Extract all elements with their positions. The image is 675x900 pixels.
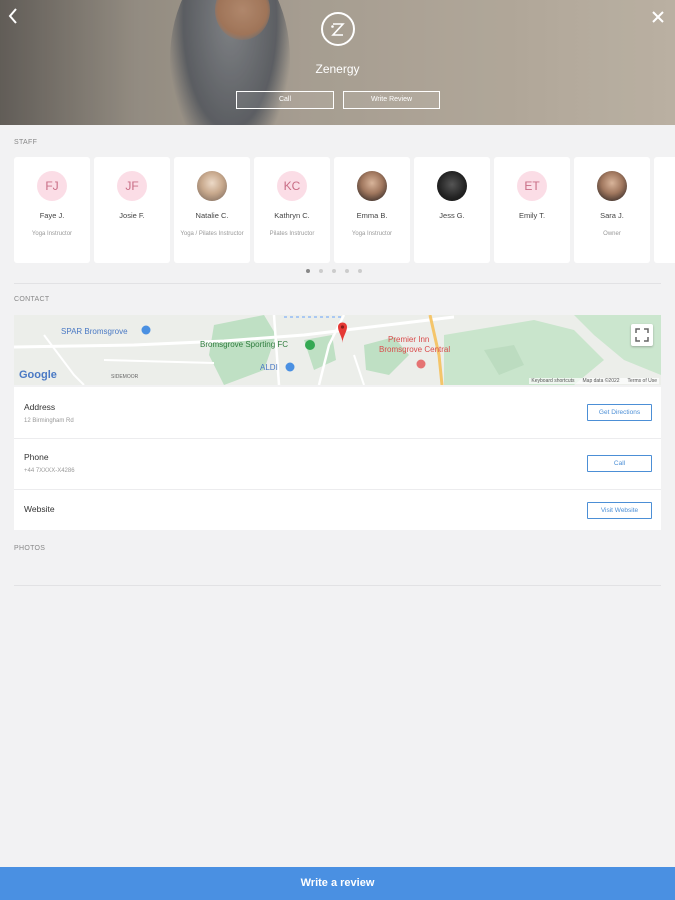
staff-role: Yoga Instructor bbox=[351, 231, 393, 237]
staff-name: Emma B. bbox=[356, 211, 388, 220]
staff-card[interactable]: ET Emily T. bbox=[494, 157, 570, 263]
brand-logo bbox=[321, 12, 355, 46]
phone-label: Phone bbox=[24, 452, 49, 462]
map-attribution: Keyboard shortcuts Map data ©2022 Terms of… bbox=[529, 378, 659, 384]
staff-section-label: STAFF bbox=[14, 139, 38, 146]
map-label: Bromsgrove Sporting FC bbox=[200, 340, 289, 349]
staff-card[interactable]: JF Josie F. bbox=[94, 157, 170, 263]
address-row: Address 12 Birmingham Rd Get Directions bbox=[14, 387, 661, 438]
staff-card[interactable]: Emma B. Yoga Instructor bbox=[334, 157, 410, 263]
pagination-dot[interactable] bbox=[345, 269, 349, 273]
staff-card[interactable]: KC Kathryn C. Pilates Instructor bbox=[254, 157, 330, 263]
phone-value: +44 7XXXX-X4286 bbox=[24, 468, 75, 474]
section-divider bbox=[14, 283, 661, 284]
write-a-review-button[interactable]: Write a review bbox=[0, 867, 675, 900]
terms-of-use-link[interactable]: Terms of Use bbox=[628, 378, 657, 384]
staff-card[interactable]: FJ Faye J. Yoga Instructor bbox=[14, 157, 90, 263]
section-divider bbox=[14, 585, 661, 586]
back-chevron-icon[interactable] bbox=[6, 6, 24, 28]
staff-card[interactable]: Jess G. bbox=[414, 157, 490, 263]
visit-website-button[interactable]: Visit Website bbox=[587, 502, 652, 519]
brand-name: Zenergy bbox=[315, 62, 360, 76]
hero-write-review-button[interactable]: Write Review bbox=[343, 91, 440, 109]
pagination-dot[interactable] bbox=[358, 269, 362, 273]
map-label: Premier Inn bbox=[388, 335, 430, 344]
map-data-text: Map data ©2022 bbox=[582, 378, 620, 384]
website-row: Website Visit Website bbox=[14, 490, 661, 530]
staff-name: Sara J. bbox=[600, 211, 624, 220]
avatar: ET bbox=[517, 171, 547, 201]
staff-carousel[interactable]: FJ Faye J. Yoga Instructor JF Josie F. N… bbox=[14, 157, 675, 263]
staff-name: Josie F. bbox=[119, 211, 145, 220]
avatar-photo bbox=[597, 171, 627, 201]
location-map[interactable]: SPAR Bromsgrove Bromsgrove Sporting FC A… bbox=[14, 315, 661, 385]
avatar: FJ bbox=[37, 171, 67, 201]
hero-call-button[interactable]: Call bbox=[236, 91, 334, 109]
staff-name: Emily T. bbox=[518, 211, 546, 220]
contact-card: Address 12 Birmingham Rd Get Directions … bbox=[14, 387, 661, 530]
avatar-photo bbox=[437, 171, 467, 201]
website-label: Website bbox=[24, 504, 55, 514]
map-label: SPAR Bromsgrove bbox=[61, 327, 128, 336]
staff-card-partial[interactable] bbox=[654, 157, 675, 263]
staff-name: Kathryn C. bbox=[274, 211, 310, 220]
carousel-pagination[interactable] bbox=[306, 269, 371, 275]
staff-name: Natalie C. bbox=[195, 211, 229, 220]
map-label: Bromsgrove Central bbox=[379, 345, 451, 354]
pagination-dot[interactable] bbox=[319, 269, 323, 273]
staff-role: Yoga Instructor bbox=[31, 231, 73, 237]
contact-section-label: CONTACT bbox=[14, 296, 50, 303]
google-logo: Google bbox=[19, 369, 57, 381]
address-label: Address bbox=[24, 402, 56, 412]
call-button[interactable]: Call bbox=[587, 455, 652, 472]
map-label: ALDI bbox=[260, 363, 278, 372]
map-label: SIDEMOOR bbox=[111, 374, 139, 380]
staff-card[interactable]: Sara J. Owner bbox=[574, 157, 650, 263]
staff-name: Jess G. bbox=[439, 211, 465, 220]
pagination-dot[interactable] bbox=[332, 269, 336, 273]
hero-header: Zenergy Call Write Review bbox=[0, 0, 675, 125]
avatar: JF bbox=[117, 171, 147, 201]
staff-card[interactable]: Natalie C. Yoga / Pilates Instructor bbox=[174, 157, 250, 263]
keyboard-shortcuts-link[interactable]: Keyboard shortcuts bbox=[531, 378, 574, 384]
avatar: KC bbox=[277, 171, 307, 201]
photos-section-label: PHOTOS bbox=[14, 545, 46, 552]
staff-role: Yoga / Pilates Instructor bbox=[180, 231, 244, 237]
avatar-photo bbox=[197, 171, 227, 201]
staff-role: Pilates Instructor bbox=[269, 231, 315, 237]
staff-name: Faye J. bbox=[39, 211, 65, 220]
close-icon[interactable] bbox=[649, 6, 667, 28]
address-value: 12 Birmingham Rd bbox=[24, 418, 74, 424]
phone-row: Phone +44 7XXXX-X4286 Call bbox=[14, 439, 661, 489]
avatar-photo bbox=[357, 171, 387, 201]
pagination-dot[interactable] bbox=[306, 269, 310, 273]
fullscreen-icon[interactable] bbox=[631, 324, 653, 346]
get-directions-button[interactable]: Get Directions bbox=[587, 404, 652, 421]
staff-role: Owner bbox=[603, 231, 621, 237]
